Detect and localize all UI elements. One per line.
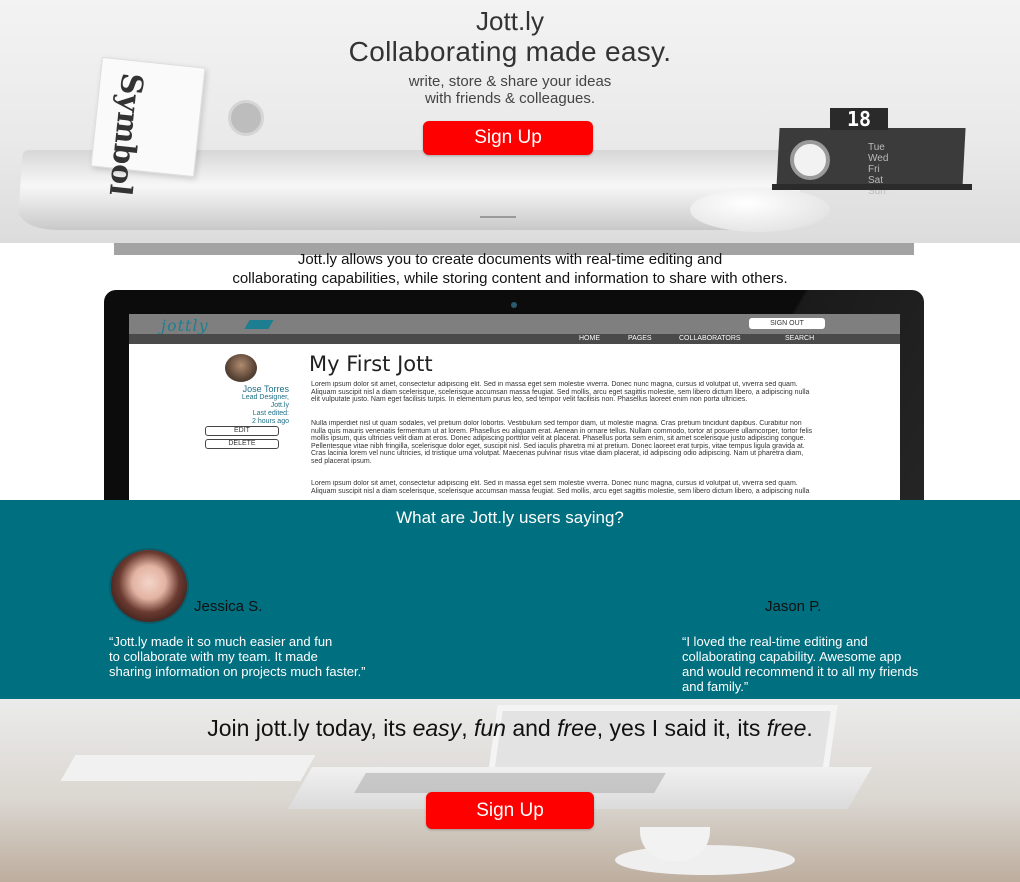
hero-subtitle-line: with friends & colleagues.: [424, 90, 596, 107]
join-text-part: .: [806, 715, 813, 741]
mouse-image: [690, 188, 830, 232]
hero-subtitle-line: write, store & share your ideas: [408, 73, 612, 90]
join-headline: Join jott.ly today, its easy, fun and fr…: [0, 715, 1020, 742]
document-paragraph: Lorem ipsum dolor sit amet, consectetur …: [311, 381, 810, 403]
document-paragraph: Nulla imperdiet nisl ut quam sodales, ve…: [311, 420, 813, 465]
hero-tagline: Collaborating made easy.: [348, 36, 672, 67]
delete-button[interactable]: DELETE: [205, 439, 279, 449]
hero-section: Symbol 18 Tue Wed Fri Sat Sun Jott.ly Co…: [0, 0, 1020, 243]
testimonials-section: What are Jott.ly users saying? Jessica S…: [0, 500, 1020, 699]
join-emphasis: free: [766, 715, 807, 741]
calendar-day: Fri: [868, 164, 880, 175]
join-emphasis: fun: [473, 715, 506, 741]
testimonials-heading: What are Jott.ly users saying?: [396, 508, 624, 527]
product-description: Jott.ly allows you to create documents w…: [0, 250, 1020, 288]
user-company: Jott.ly: [270, 402, 289, 409]
calendar-stand: [772, 184, 972, 190]
app-screen: jottly SIGN OUT HOME PAGES COLLABORATORS…: [129, 314, 900, 502]
description-line: collaborating capabilities, while storin…: [232, 270, 788, 287]
join-text-part: Join jott.ly today, its: [207, 715, 413, 741]
nav-home[interactable]: HOME: [579, 334, 600, 344]
join-text-part: and: [505, 715, 558, 741]
app-nav: HOME PAGES COLLABORATORS SEARCH: [129, 334, 900, 344]
join-section: Join jott.ly today, its easy, fun and fr…: [0, 699, 1020, 882]
description-line: Jott.ly allows you to create documents w…: [297, 251, 723, 268]
webcam-dot: [511, 302, 517, 308]
quote-line: sharing information on projects much fas…: [109, 664, 366, 679]
user-name[interactable]: Jose Torres: [189, 384, 289, 394]
calendar-dial: [790, 140, 830, 180]
app-logo: jottly: [161, 316, 209, 335]
nav-pages[interactable]: PAGES: [628, 334, 652, 344]
calendar-day: Wed: [868, 153, 889, 164]
hero-subtitle: write, store & share your ideas with fri…: [0, 73, 1020, 107]
testimonial-quote: “Jott.ly made it so much easier and fun …: [109, 634, 366, 679]
quote-line: and family.”: [682, 679, 749, 694]
join-text-part: ,: [461, 715, 474, 741]
testimonial-name: Jason P.: [765, 598, 822, 615]
nav-collaborators[interactable]: COLLABORATORS: [679, 334, 741, 344]
calendar-number: 18: [830, 108, 888, 130]
laptop-slot: [480, 216, 516, 218]
join-emphasis: free: [557, 715, 597, 741]
nav-search[interactable]: SEARCH: [785, 334, 814, 344]
quote-line: collaborating capability. Awesome app: [682, 649, 902, 664]
testimonial-quote: “I loved the real-time editing and colla…: [682, 634, 918, 694]
jessica-avatar: [109, 548, 189, 624]
testimonial-name: Jessica S.: [194, 598, 263, 615]
calendar-day: Tue: [868, 142, 885, 153]
quote-line: “I loved the real-time editing and: [682, 634, 868, 649]
document-title: My First Jott: [309, 352, 433, 376]
last-edited-label: Last edited:: [252, 410, 289, 417]
quote-line: to collaborate with my team. It made: [109, 649, 318, 664]
user-avatar: [225, 354, 257, 382]
user-info: Jose Torres Lead Designer, Jott.ly Last …: [189, 384, 289, 426]
app-topbar: jottly SIGN OUT: [129, 314, 900, 335]
brand-title: Jott.ly: [476, 6, 544, 36]
quote-line: and would recommend it to all my friends: [682, 664, 919, 679]
signout-button[interactable]: SIGN OUT: [749, 318, 825, 329]
last-edited-value: 2 hours ago: [252, 418, 289, 425]
join-signup-button[interactable]: Sign Up: [426, 792, 594, 829]
logo-book-icon: [244, 320, 274, 329]
hero-signup-button[interactable]: Sign Up: [423, 121, 593, 155]
user-role: Lead Designer,: [241, 394, 289, 401]
join-text-part: , yes I said it, its: [596, 715, 767, 741]
join-emphasis: easy: [412, 715, 462, 741]
monitor-mockup: jottly SIGN OUT HOME PAGES COLLABORATORS…: [104, 290, 924, 502]
edit-button[interactable]: EDIT: [205, 426, 279, 436]
document-paragraph: Lorem ipsum dolor sit amet, consectetur …: [311, 480, 810, 495]
quote-line: “Jott.ly made it so much easier and fun: [109, 634, 333, 649]
